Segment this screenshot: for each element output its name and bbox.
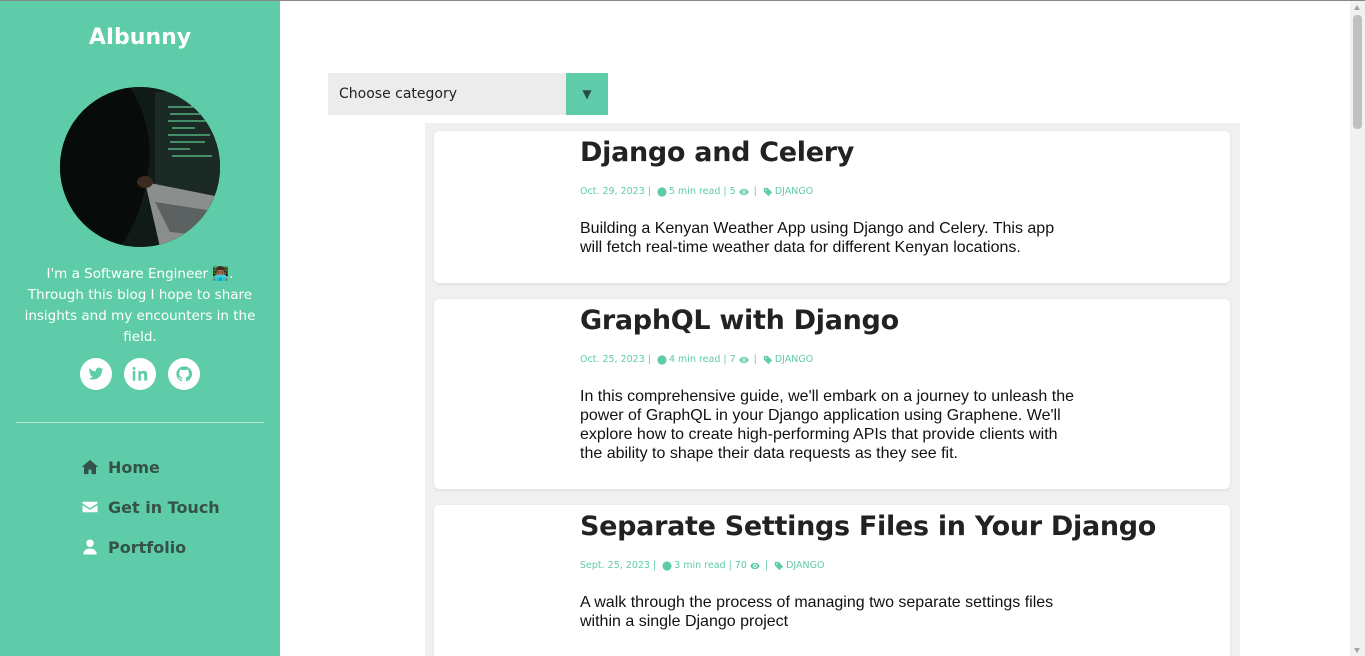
post-card: Separate Settings Files in Your Django S… [434, 505, 1230, 656]
post-date: Sept. 25, 2023 [580, 560, 650, 571]
post-views: 7 [729, 354, 736, 365]
twitter-icon [88, 367, 104, 380]
eye-icon [750, 561, 760, 571]
scroll-up-icon[interactable] [1354, 5, 1360, 10]
chevron-down-icon: ▼ [566, 73, 608, 115]
post-read-time: 3 min read [674, 560, 726, 571]
page-scrollbar[interactable] [1350, 1, 1365, 656]
scrollbar-thumb[interactable] [1353, 15, 1362, 129]
tag-icon [774, 561, 784, 571]
sidebar: AIbunny I'm a Software Engineer 👨🏾‍💻. Th… [0, 1, 280, 656]
sidebar-nav: Home Get in Touch Portfolio [80, 447, 220, 567]
post-views: 5 [729, 186, 736, 197]
site-brand[interactable]: AIbunny [0, 25, 280, 50]
nav-label: Get in Touch [108, 497, 220, 517]
post-title[interactable]: Django and Celery [580, 137, 1080, 168]
post-excerpt: A walk through the process of managing t… [580, 594, 1054, 630]
clock-icon [662, 560, 672, 571]
user-icon [80, 538, 100, 556]
clock-icon [657, 186, 667, 197]
meta-separator: | [647, 186, 651, 197]
post-category-link[interactable]: DJANGO [786, 560, 824, 571]
linkedin-icon [132, 367, 148, 381]
post-meta: Sept. 25, 2023 | 3 min read | 70 | DJANG… [580, 560, 1080, 571]
tag-icon [763, 355, 773, 365]
twitter-link[interactable] [80, 358, 112, 390]
category-select-value: Choose category [328, 73, 566, 115]
meta-separator: | [753, 186, 757, 197]
post-date: Oct. 25, 2023 [580, 354, 645, 365]
meta-separator: | [652, 560, 657, 571]
nav-item-home[interactable]: Home [80, 447, 220, 487]
post-views: 70 [734, 560, 747, 571]
post-title[interactable]: GraphQL with Django [580, 305, 1080, 336]
post-meta: Oct. 25, 2023 | 4 min read | 7 | DJANGO [580, 354, 1080, 365]
nav-item-portfolio[interactable]: Portfolio [80, 527, 220, 567]
meta-separator: | [753, 354, 757, 365]
post-date: Oct. 29, 2023 [580, 186, 645, 197]
post-read-time: 5 min read [668, 186, 721, 197]
eye-icon [739, 187, 749, 197]
meta-separator: | [764, 560, 769, 571]
envelope-icon [80, 498, 100, 516]
social-links [80, 358, 200, 390]
meta-separator: | [723, 186, 727, 197]
avatar [60, 87, 220, 247]
post-meta: Oct. 29, 2023 | 5 min read | 5 | DJANGO [580, 186, 1080, 197]
post-category-link[interactable]: DJANGO [775, 186, 813, 197]
post-card: GraphQL with Django Oct. 25, 2023 | 4 mi… [434, 299, 1230, 489]
category-select[interactable]: Choose category ▼ [328, 73, 608, 115]
home-icon [80, 458, 100, 476]
tag-icon [763, 187, 773, 197]
linkedin-link[interactable] [124, 358, 156, 390]
meta-separator: | [647, 354, 651, 365]
github-icon [176, 366, 192, 382]
clock-icon [657, 354, 667, 365]
meta-separator: | [728, 560, 732, 571]
post-excerpt: In this comprehensive guide, we'll embar… [580, 388, 1075, 462]
nav-label: Home [108, 457, 160, 477]
post-excerpt: Building a Kenyan Weather App using Djan… [580, 220, 1055, 256]
sidebar-divider [16, 422, 264, 423]
nav-item-get-in-touch[interactable]: Get in Touch [80, 487, 220, 527]
github-link[interactable] [168, 358, 200, 390]
post-category-link[interactable]: DJANGO [775, 354, 813, 365]
post-title[interactable]: Separate Settings Files in Your Django [580, 511, 1156, 542]
post-read-time: 4 min read [668, 354, 721, 365]
meta-separator: | [723, 354, 727, 365]
scroll-down-icon[interactable] [1354, 648, 1360, 653]
post-card: Django and Celery Oct. 29, 2023 | 5 min … [434, 131, 1230, 283]
author-bio: I'm a Software Engineer 👨🏾‍💻. Through th… [24, 266, 256, 345]
nav-label: Portfolio [108, 537, 187, 557]
eye-icon [739, 355, 749, 365]
